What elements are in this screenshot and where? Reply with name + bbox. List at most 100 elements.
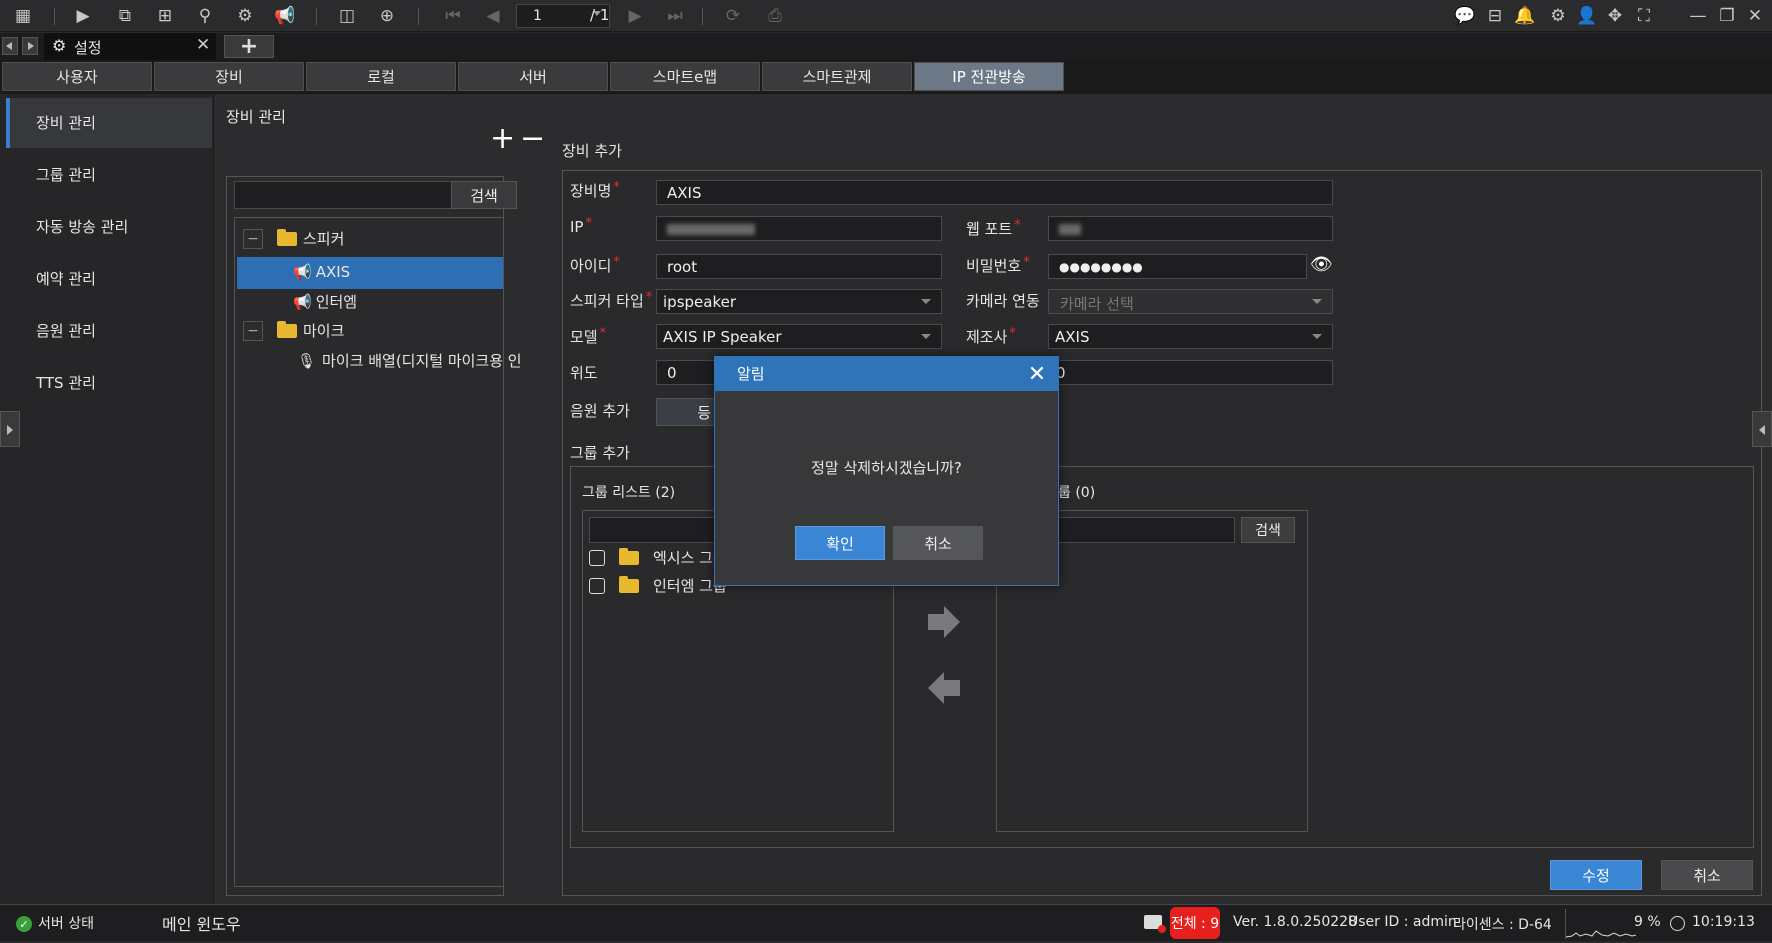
- folder-icon: [619, 547, 639, 565]
- device-name-input[interactable]: AXIS: [656, 180, 1333, 205]
- sidebar-item-reservation[interactable]: 예약 관리: [6, 254, 212, 304]
- license-label: 라이센스 : D-64: [1453, 917, 1552, 933]
- grid-menu-icon[interactable]: ▦: [10, 4, 36, 28]
- search-video-icon[interactable]: ⧉: [112, 4, 138, 28]
- tree-node-mic[interactable]: − 마이크: [243, 320, 344, 341]
- restore-icon[interactable]: ❐: [1714, 4, 1740, 28]
- tree-node-mic-array[interactable]: 🎙 마이크 배열(디지털 마이크용 인: [297, 350, 522, 371]
- web-port-input[interactable]: [1048, 216, 1333, 241]
- add-tab-button[interactable]: +: [224, 34, 274, 59]
- user-search-icon[interactable]: ⚲: [192, 4, 218, 28]
- bicycle-icon[interactable]: ⚙: [232, 4, 258, 28]
- redacted-port: [1059, 224, 1081, 235]
- selected-group-search-button[interactable]: 검색: [1241, 517, 1295, 543]
- ip-input[interactable]: [656, 216, 942, 241]
- eye-icon[interactable]: 👁: [1310, 254, 1333, 275]
- sidebar-item-device-mgmt[interactable]: 장비 관리: [6, 98, 212, 148]
- tree-node-axis[interactable]: 📢 AXIS: [293, 263, 350, 281]
- group-item-intercom[interactable]: 인터엠 그룹: [589, 575, 727, 596]
- close-tab-icon[interactable]: ✕: [196, 35, 210, 55]
- export-icon[interactable]: ⎙: [762, 4, 788, 28]
- tab-device[interactable]: 장비: [154, 62, 304, 91]
- alarm-icon[interactable]: 🔔: [1512, 4, 1538, 28]
- broadcast-icon[interactable]: 📢: [272, 4, 298, 28]
- play-icon[interactable]: ▶: [70, 4, 96, 28]
- checkbox[interactable]: [589, 549, 605, 566]
- user-icon[interactable]: 👤: [1574, 4, 1600, 28]
- tab-local[interactable]: 로컬: [306, 62, 456, 91]
- prev-page-icon[interactable]: ◀: [480, 4, 506, 28]
- tab-ip-broadcast[interactable]: IP 전관방송: [914, 62, 1064, 91]
- tree-node-label: 스피커: [303, 230, 345, 248]
- add-device-icon[interactable]: +: [490, 124, 515, 154]
- tree-node-speaker[interactable]: − 스피커: [243, 228, 344, 249]
- fullscreen-icon[interactable]: ⛶: [1631, 4, 1657, 28]
- checkbox[interactable]: [589, 577, 605, 594]
- tab-smart-control[interactable]: 스마트관제: [762, 62, 912, 91]
- device-search-button[interactable]: 검색: [451, 181, 517, 209]
- tree-node-label: AXIS: [315, 263, 351, 281]
- sidebar-item-tts[interactable]: TTS 관리: [6, 358, 212, 408]
- chat-icon[interactable]: 💬: [1452, 4, 1478, 28]
- model-select[interactable]: AXIS IP Speaker: [656, 324, 942, 349]
- maker-select[interactable]: AXIS: [1048, 324, 1333, 349]
- expand-left-handle[interactable]: [0, 411, 20, 447]
- minimize-icon[interactable]: —: [1685, 4, 1711, 28]
- server-state-label[interactable]: 서버 상태: [38, 913, 94, 933]
- longitude-input[interactable]: 0: [1048, 360, 1333, 385]
- label-ip: IP *: [570, 216, 592, 236]
- tab-user[interactable]: 사용자: [2, 62, 152, 91]
- tree-node-label: 인터엠: [315, 293, 358, 311]
- tab-server[interactable]: 서버: [458, 62, 608, 91]
- tab-settings-label: 설정: [74, 39, 102, 57]
- move-right-arrow-icon[interactable]: [926, 604, 962, 644]
- sidebar: 장비 관리 그룹 관리 자동 방송 관리 예약 관리 음원 관리 TTS 관리: [0, 94, 214, 904]
- add-device-title: 장비 추가: [562, 142, 622, 160]
- label-audio-add: 음원 추가: [570, 402, 630, 420]
- device-search-input[interactable]: [234, 181, 472, 209]
- collapse-icon[interactable]: −: [243, 228, 263, 249]
- gear-icon[interactable]: ⚙: [1545, 4, 1571, 28]
- close-icon[interactable]: ✕: [1020, 357, 1054, 391]
- label-maker: 제조사 *: [966, 326, 1016, 346]
- confirm-cancel-button[interactable]: 취소: [893, 526, 983, 560]
- folder-open-icon: [277, 228, 297, 246]
- password-input[interactable]: ●●●●●●●●: [1048, 254, 1307, 279]
- device-tree-panel: 검색 − 스피커 📢 AXIS 📢 인터엠 − 마이크 🎙 마이크 배열(디지털 마이크용…: [226, 176, 522, 896]
- folder-open-icon: [277, 320, 297, 338]
- alarm-total-badge[interactable]: 전체 : 9: [1170, 907, 1220, 939]
- group-item-axis[interactable]: 엑시스 그룹: [589, 547, 727, 568]
- tab-scroll-right-icon[interactable]: [22, 37, 38, 55]
- remove-device-icon[interactable]: −: [520, 124, 545, 154]
- close-window-icon[interactable]: ✕: [1742, 4, 1768, 28]
- last-page-icon[interactable]: ⏭: [662, 4, 688, 28]
- sidebar-item-audio[interactable]: 음원 관리: [6, 306, 212, 356]
- move-left-arrow-icon[interactable]: [926, 670, 962, 710]
- sidebar-item-group-mgmt[interactable]: 그룹 관리: [6, 150, 212, 200]
- first-page-icon[interactable]: ⏮: [440, 4, 466, 28]
- collapse-icon[interactable]: −: [243, 320, 263, 341]
- tab-scroll-left-icon[interactable]: [2, 37, 18, 55]
- notification-icon[interactable]: ⊟: [1482, 4, 1508, 28]
- id-input[interactable]: root: [656, 254, 942, 279]
- version-label: Ver. 1.8.0.250228: [1233, 914, 1357, 930]
- toolbar-divider: [702, 8, 703, 25]
- modify-button[interactable]: 수정: [1550, 860, 1642, 890]
- layout-icon[interactable]: ⊞: [152, 4, 178, 28]
- expand-right-handle[interactable]: [1752, 411, 1772, 447]
- cancel-button[interactable]: 취소: [1661, 860, 1753, 890]
- refresh-icon[interactable]: ⟳: [720, 4, 746, 28]
- speaker-type-select[interactable]: ipspeaker: [656, 289, 942, 314]
- camera-link-select[interactable]: 카메라 선택: [1048, 289, 1333, 314]
- tab-settings[interactable]: ⚙ 설정 ✕: [44, 33, 216, 60]
- move-icon[interactable]: ✥: [1602, 4, 1628, 28]
- sidebar-item-auto-broadcast[interactable]: 자동 방송 관리: [6, 202, 212, 252]
- tab-smart-emap[interactable]: 스마트e맵: [610, 62, 760, 91]
- tree-node-intercom[interactable]: 📢 인터엠: [293, 291, 357, 312]
- next-page-icon[interactable]: ▶: [622, 4, 648, 28]
- confirm-ok-button[interactable]: 확인: [795, 526, 885, 560]
- chevron-down-icon: [921, 299, 931, 304]
- add-screen-icon[interactable]: ⊕: [374, 4, 400, 28]
- device-tree: − 스피커 📢 AXIS 📢 인터엠 − 마이크 🎙 마이크 배열(디지털 마이크용 인: [234, 217, 522, 887]
- split-view-icon[interactable]: ◫: [334, 4, 360, 28]
